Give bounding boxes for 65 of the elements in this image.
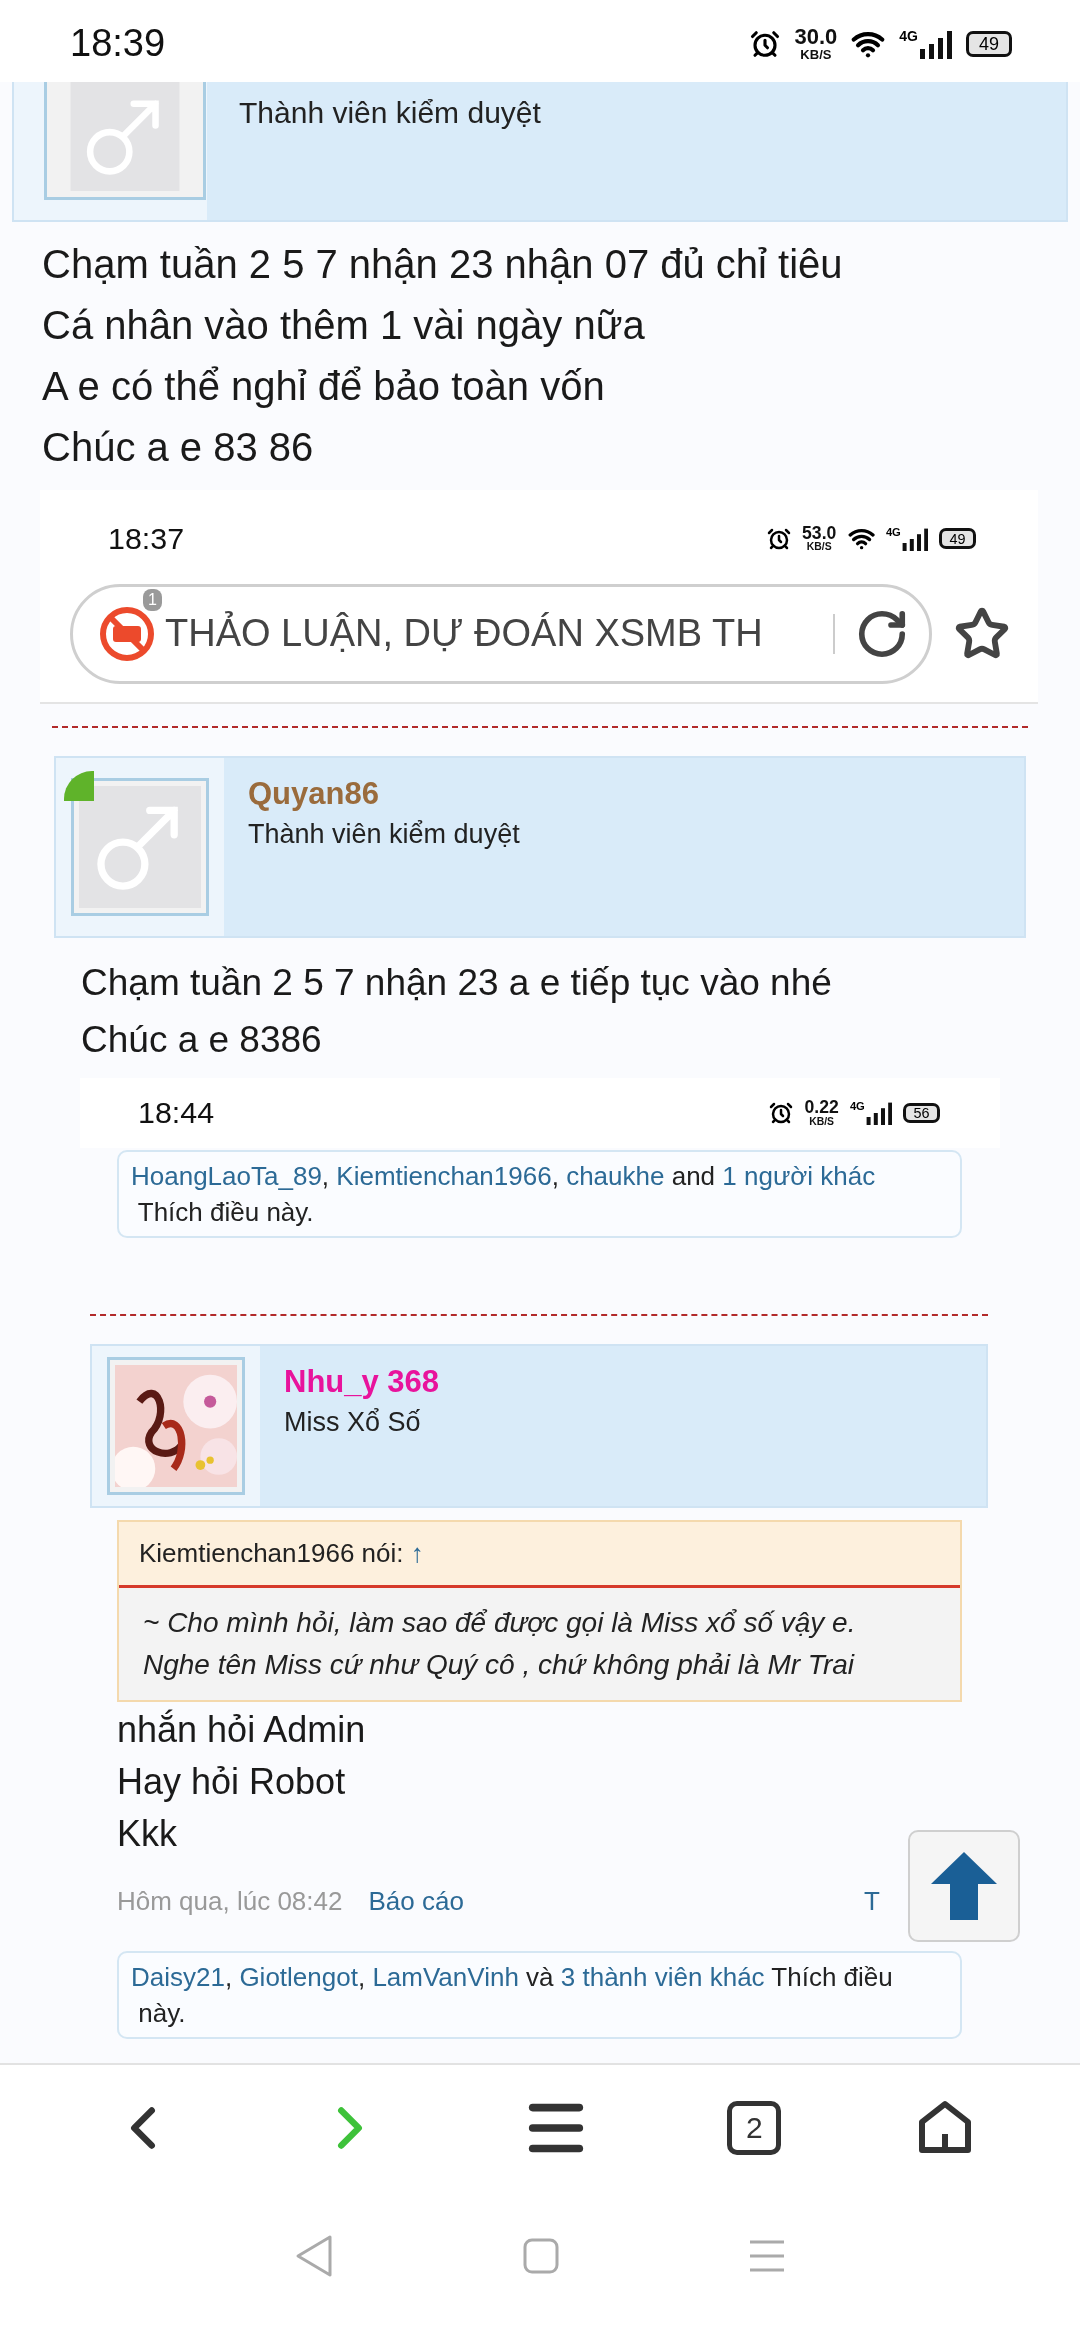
likes-text: , — [224, 1961, 234, 1994]
user-link[interactable]: chaukhe — [566, 1161, 665, 1191]
alarm-icon — [750, 28, 781, 59]
network-type: 4G — [849, 1101, 865, 1113]
likes-text: này. — [137, 1997, 186, 2030]
likes-text: and — [670, 1160, 717, 1193]
likes-text: , — [321, 1160, 331, 1193]
signal-icon — [864, 1101, 892, 1125]
user-link[interactable]: Daisy21 — [131, 1962, 225, 1992]
post-text-line: Kkk — [117, 1812, 178, 1856]
user-link[interactable]: 1 người khác — [722, 1161, 876, 1191]
likes-text: , — [551, 1160, 560, 1193]
likes-text: Thích điều — [770, 1961, 893, 1994]
signal-icon — [918, 28, 952, 59]
battery-indicator: 49 — [966, 30, 1012, 57]
page-title: THẢO LUẬN, DỰ ĐOÁN XSMB TH — [165, 610, 764, 657]
clock-time: 18:44 — [138, 1094, 215, 1132]
likes-text: Thích điều này. — [136, 1196, 314, 1229]
clock-time: 18:39 — [70, 21, 166, 66]
battery-indicator: 56 — [903, 1102, 940, 1124]
post-text-line: Chạm tuần 2 5 7 nhận 23 nhận 07 đủ chỉ tiêu — [42, 241, 844, 288]
user-link[interactable]: 3 thành viên khác — [560, 1962, 765, 1992]
ad-block-badge: 1 — [143, 588, 162, 611]
member-name[interactable]: Quyan86 — [248, 772, 520, 816]
ad-block-icon[interactable] — [99, 605, 155, 662]
scroll-to-top-button[interactable] — [908, 1830, 1020, 1942]
post-text-line: Chạm tuần 2 5 7 nhận 23 a e tiếp tục vào nhé — [81, 961, 833, 1005]
post-text-line: Cá nhân vào thêm 1 vài ngày nữa — [42, 302, 646, 349]
quote-author: Kiemtienchan1966 nói: — [139, 1538, 404, 1568]
post-text-line: A e có thể nghỉ để bảo toàn vốn — [42, 363, 606, 410]
likes-text: và — [525, 1961, 555, 1994]
quote-text-line: Nghe tên Miss cứ như Quý cô , chứ không phải là Mr Trai — [143, 1648, 856, 1682]
post-text-line: nhắn hỏi Admin — [117, 1708, 367, 1752]
user-link[interactable]: Kiemtienchan1966 — [336, 1161, 552, 1191]
battery-indicator: 49 — [939, 528, 976, 550]
member-name[interactable]: Nhu_y 368 — [284, 1360, 440, 1404]
user-link[interactable]: LamVanVinh — [372, 1962, 519, 1992]
post-action-link[interactable]: T — [864, 1882, 880, 1921]
home-icon[interactable] — [917, 2100, 972, 2156]
post-text-line: Chúc a e 8386 — [81, 1018, 323, 1062]
post-text-line: Hay hỏi Robot — [117, 1760, 347, 1804]
up-arrow-icon — [931, 1852, 997, 1920]
alarm-icon — [766, 526, 791, 551]
likes-text: , — [357, 1961, 367, 1994]
post-text-line: Chúc a e 83 86 — [42, 424, 315, 471]
tabs-button[interactable]: 2 — [727, 2101, 782, 2155]
signal-icon — [900, 526, 928, 551]
member-role: Thành viên kiểm duyệt — [239, 95, 541, 131]
network-speed: 0.22 KB/S — [804, 1099, 839, 1127]
network-speed: 53.0 KB/S — [802, 524, 837, 553]
alarm-icon — [769, 1101, 794, 1125]
address-bar[interactable]: 1 THẢO LUẬN, DỰ ĐOÁN XSMB TH — [70, 583, 932, 684]
user-link[interactable]: Giotlengot — [239, 1962, 358, 1992]
clock-time: 18:37 — [108, 520, 185, 557]
jump-link[interactable]: ↑ — [410, 1538, 424, 1568]
member-role: Thành viên kiểm duyệt — [248, 818, 520, 851]
network-type: 4G — [885, 526, 901, 538]
report-link[interactable]: Báo cáo — [368, 1882, 464, 1921]
post-time: Hôm qua, lúc 08:42 — [117, 1885, 343, 1918]
male-avatar-icon — [79, 786, 201, 908]
user-link[interactable]: HoangLaoTa_89 — [131, 1161, 322, 1191]
quote-text-line: ~ Cho mình hỏi, làm sao để được gọi là Miss xổ số vậy e. — [143, 1606, 857, 1640]
network-speed: 30.0 KB/S — [794, 26, 838, 61]
member-role: Miss Xổ Số — [284, 1406, 422, 1439]
network-type: 4G — [899, 28, 918, 43]
